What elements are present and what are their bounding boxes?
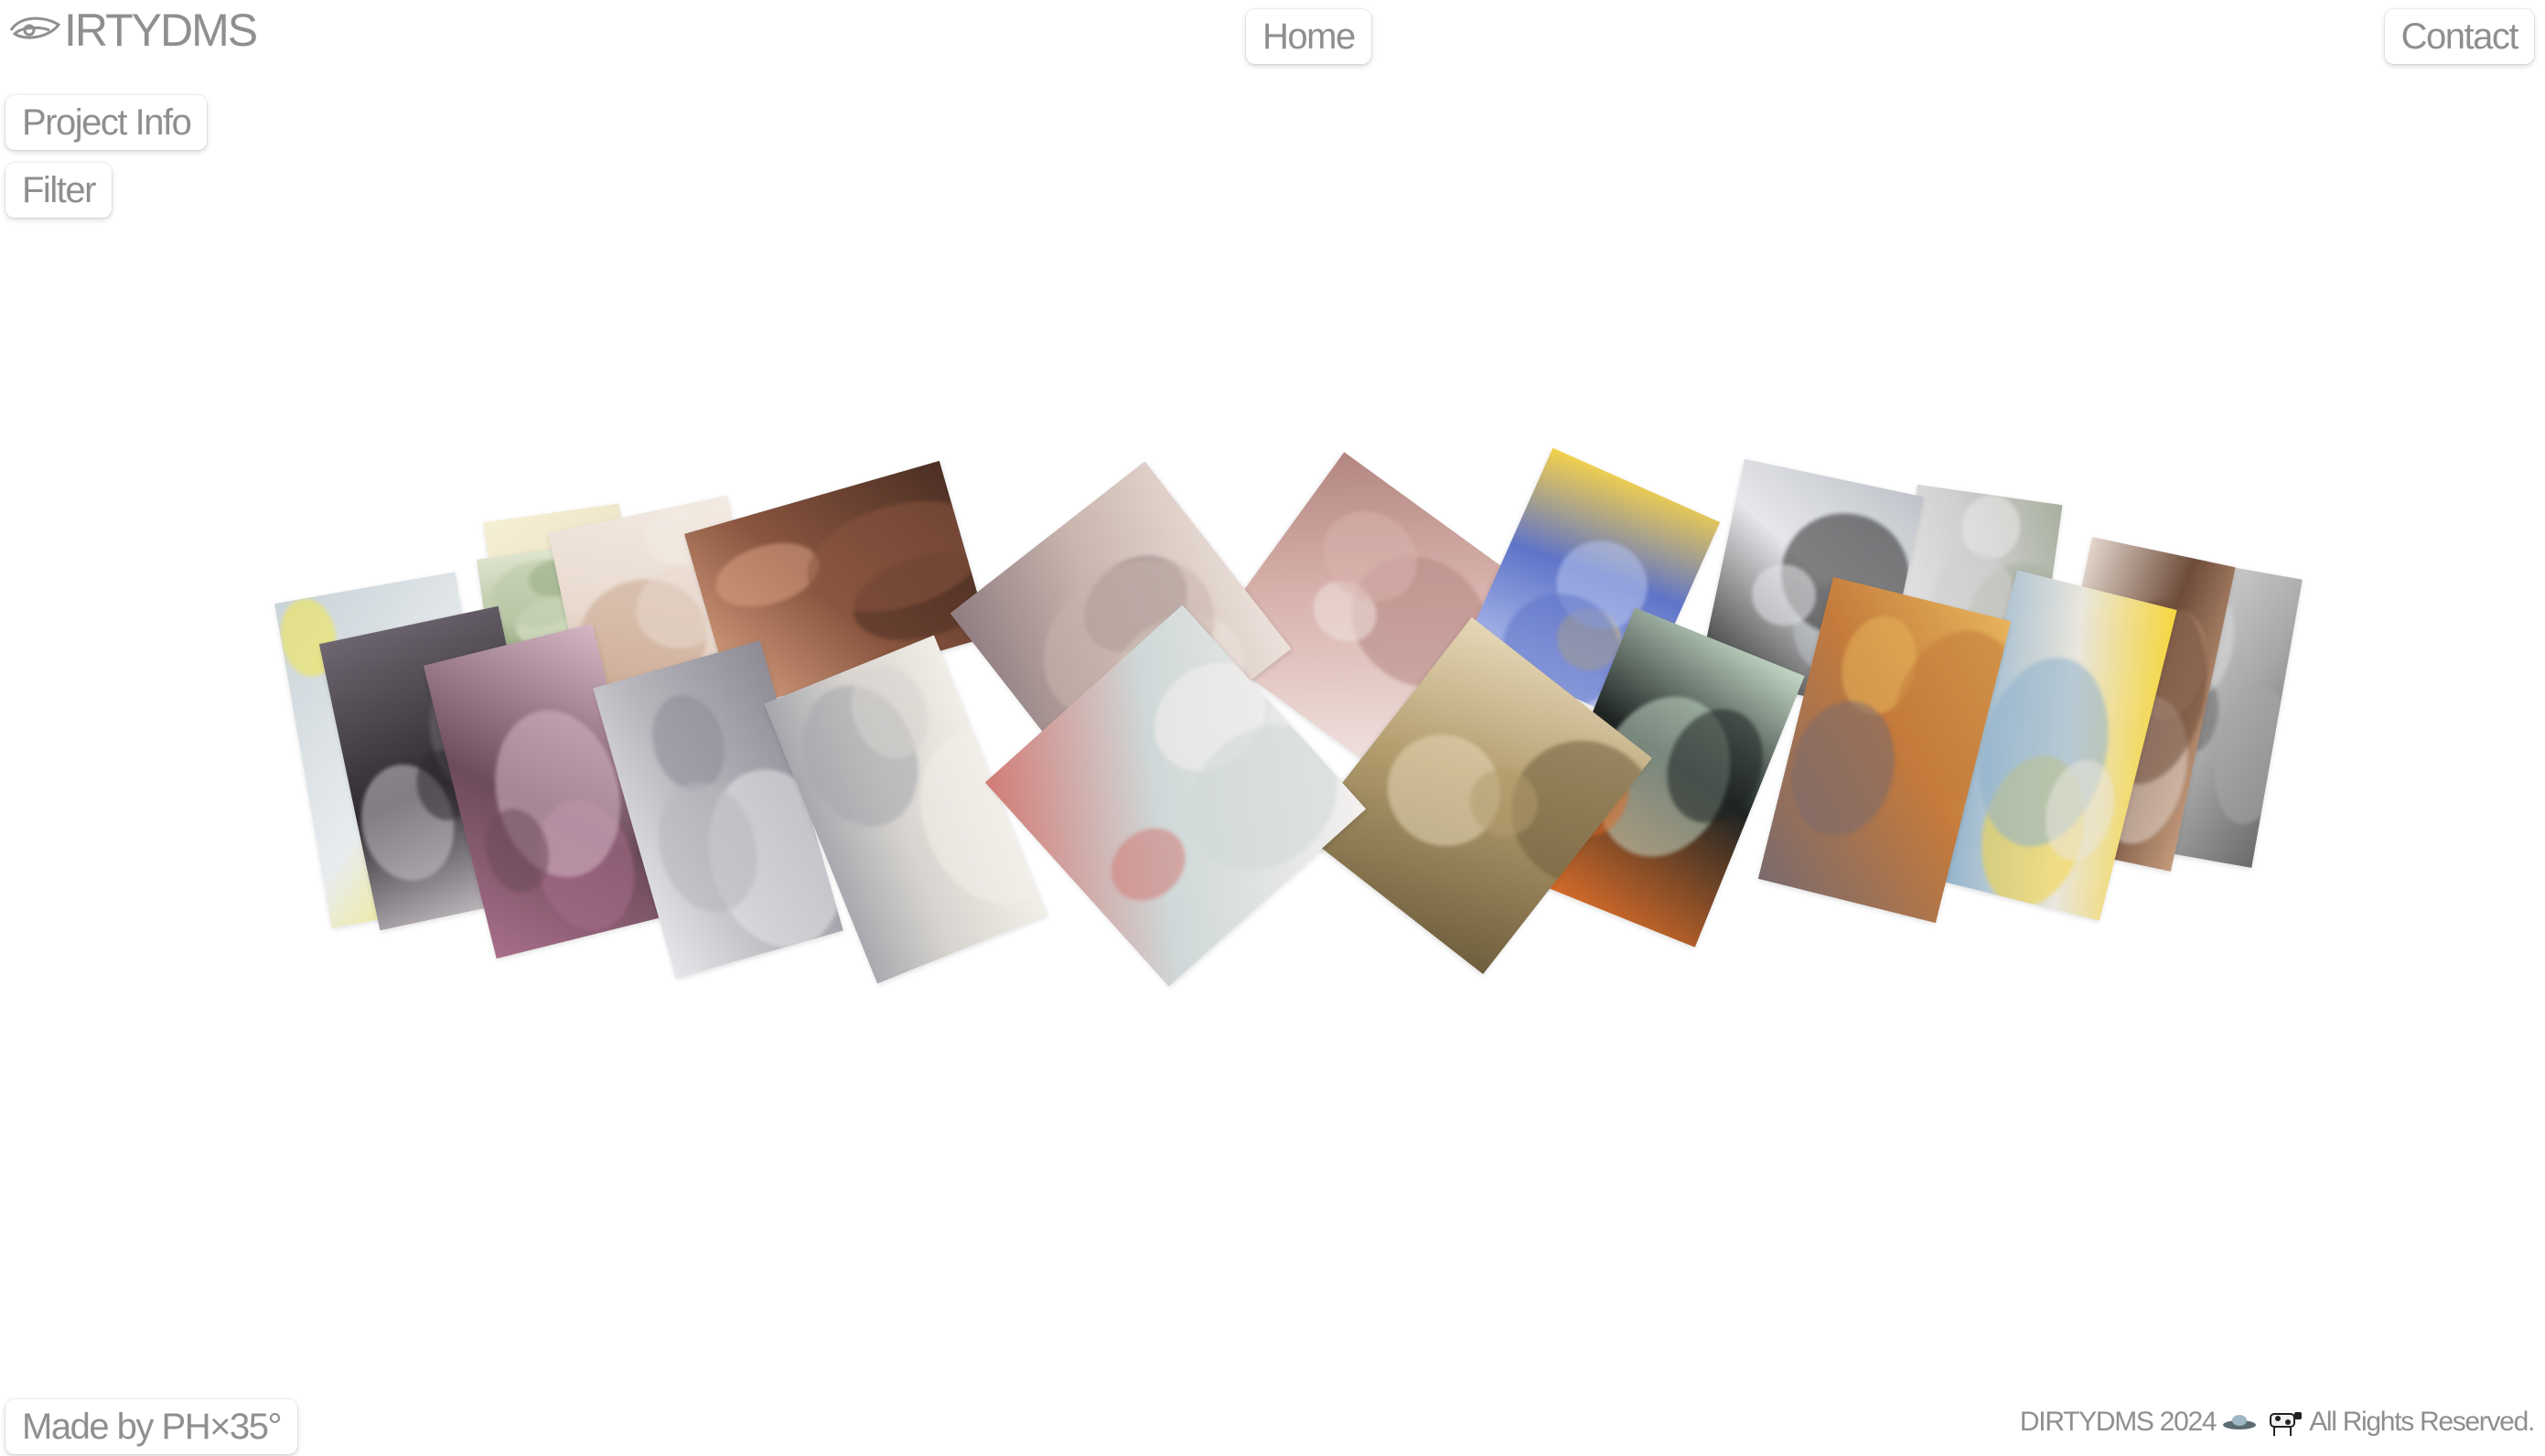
copyright-brand: DIRTYDMS 2024 <box>2019 1407 2217 1437</box>
rights-text: All Rights Reserved. <box>2309 1407 2535 1437</box>
artwork-shape <box>641 686 736 799</box>
artwork-shape <box>2205 680 2300 830</box>
artwork-carousel[interactable] <box>0 0 2545 1456</box>
artwork-shape <box>1096 813 1200 916</box>
copyright-notice: DIRTYDMS 2024 All Rights Reserved. <box>2019 1407 2535 1438</box>
cow-icon <box>2270 1412 2303 1436</box>
artwork-shape <box>1777 690 1909 848</box>
page: IRTYDMS Home Contact Project Info Filter… <box>0 0 2545 1456</box>
made-by-button[interactable]: Made by PH×35° <box>5 1399 297 1454</box>
ufo-icon <box>2223 1415 2257 1429</box>
